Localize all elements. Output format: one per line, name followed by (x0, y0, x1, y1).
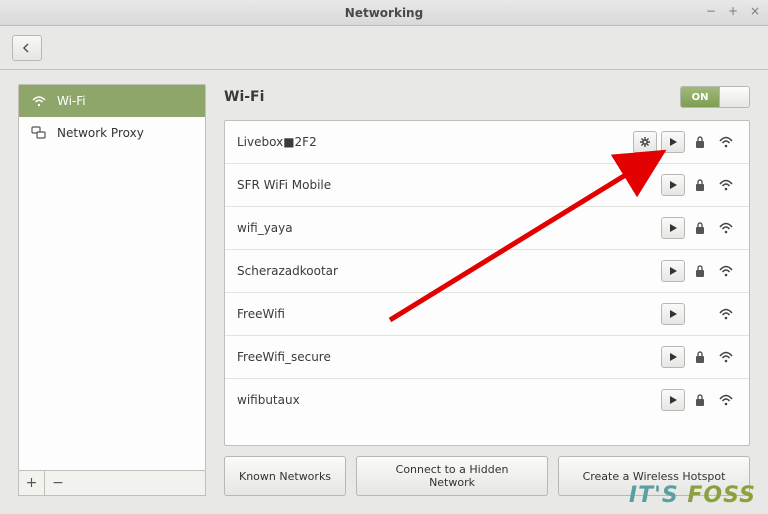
sidebar-item-wifi[interactable]: Wi-Fi (19, 85, 205, 117)
connect-button[interactable] (661, 260, 685, 282)
connect-button[interactable] (661, 303, 685, 325)
lock-icon (689, 131, 711, 153)
toolbar (0, 26, 768, 70)
signal-icon (715, 346, 737, 368)
window-title: Networking (345, 6, 423, 20)
lock-icon (689, 217, 711, 239)
sidebar-footer: + − (18, 471, 206, 496)
signal-icon (715, 217, 737, 239)
connect-button[interactable] (661, 389, 685, 411)
network-row: FreeWifi_secure (225, 336, 749, 379)
connect-button[interactable] (661, 174, 685, 196)
network-name: FreeWifi_secure (237, 350, 661, 364)
close-button[interactable]: × (748, 4, 762, 18)
network-name: wifi_yaya (237, 221, 661, 235)
signal-icon (715, 131, 737, 153)
back-button[interactable] (12, 35, 42, 61)
arrow-left-icon (21, 42, 33, 54)
titlebar: Networking − + × (0, 0, 768, 26)
network-name: wifibutaux (237, 393, 661, 407)
network-list: Livebox■2F2 SFR WiFi Mobile wifi_yaya Scher… (224, 120, 750, 446)
connect-button[interactable] (661, 346, 685, 368)
connect-hidden-button[interactable]: Connect to a Hidden Network (356, 456, 548, 496)
network-name: SFR WiFi Mobile (237, 178, 661, 192)
content: Wi-Fi Network Proxy + − Wi-Fi ON (0, 70, 768, 514)
network-actions (633, 131, 737, 153)
settings-button[interactable] (633, 131, 657, 153)
window-buttons: − + × (704, 4, 762, 18)
lock-icon (689, 346, 711, 368)
network-name: FreeWifi (237, 307, 661, 321)
sidebar-item-proxy[interactable]: Network Proxy (19, 117, 205, 149)
network-actions (661, 174, 737, 196)
connect-button[interactable] (661, 217, 685, 239)
network-actions (661, 389, 737, 411)
network-actions (661, 260, 737, 282)
signal-icon (715, 303, 737, 325)
wifi-icon (31, 93, 47, 109)
network-actions (661, 217, 737, 239)
sidebar-item-label: Wi-Fi (57, 94, 86, 108)
network-row: Scherazadkootar (225, 250, 749, 293)
main-header: Wi-Fi ON (224, 84, 750, 110)
remove-button[interactable]: − (45, 471, 71, 495)
signal-icon (715, 260, 737, 282)
lock-icon (689, 389, 711, 411)
add-button[interactable]: + (19, 471, 45, 495)
wifi-toggle[interactable]: ON (680, 86, 750, 108)
network-name: Livebox■2F2 (237, 135, 633, 149)
lock-icon (689, 174, 711, 196)
network-row: wifi_yaya (225, 207, 749, 250)
page-title: Wi-Fi (224, 89, 264, 105)
sidebar: Wi-Fi Network Proxy + − (18, 84, 206, 496)
connect-button[interactable] (661, 131, 685, 153)
known-networks-button[interactable]: Known Networks (224, 456, 346, 496)
proxy-icon (31, 125, 47, 141)
minimize-button[interactable]: − (704, 4, 718, 18)
toggle-knob (719, 87, 749, 107)
lock-icon (689, 260, 711, 282)
network-name: Scherazadkootar (237, 264, 661, 278)
toggle-on-label: ON (681, 87, 719, 107)
network-actions (661, 346, 737, 368)
sidebar-item-label: Network Proxy (57, 126, 144, 140)
main: Wi-Fi ON Livebox■2F2 SFR WiFi Mobile wifi_… (224, 84, 750, 496)
watermark: IT'S FOSS (629, 483, 756, 508)
maximize-button[interactable]: + (726, 4, 740, 18)
signal-icon (715, 389, 737, 411)
network-row: SFR WiFi Mobile (225, 164, 749, 207)
signal-icon (715, 174, 737, 196)
network-row: wifibutaux (225, 379, 749, 421)
network-row: Livebox■2F2 (225, 121, 749, 164)
network-row: FreeWifi (225, 293, 749, 336)
network-actions (661, 303, 737, 325)
sidebar-list: Wi-Fi Network Proxy (18, 84, 206, 471)
